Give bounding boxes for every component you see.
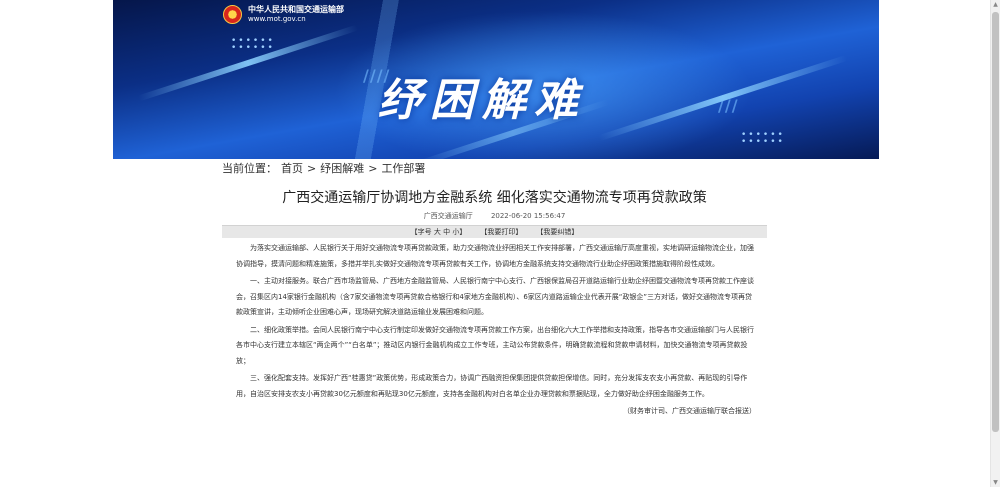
banner-slash-decoration: /// <box>718 96 739 115</box>
site-banner: •••••• •••••• •••••• •••••• //// /// 中华人民共… <box>113 0 879 159</box>
article-title: 广西交通运输厅协调地方金融系统 细化落实交通物流专项再贷款政策 <box>282 190 707 206</box>
article-paragraph: 一、主动对接服务。联合广西市场监管局、广西地方金融监管局、人民银行南宁中心支行、… <box>236 277 754 316</box>
breadcrumb-current-link[interactable]: 工作部署 <box>381 162 425 175</box>
scroll-thumb[interactable] <box>992 12 999 432</box>
article-source: 广西交通运输厅 <box>423 212 473 220</box>
scroll-up-arrow-icon[interactable]: ▲ <box>991 0 1000 9</box>
article-toolbar: 【字号 大 中 小】 【我要打印】 【我要纠错】 <box>222 225 767 238</box>
article-footer-source: （财务审计司、广西交通运输厅联合报送） <box>623 407 756 415</box>
banner-dots-decoration: •••••• •••••• <box>741 130 785 147</box>
vertical-scrollbar[interactable]: ▲ ▼ <box>990 0 1000 487</box>
banner-title: 纾困解难 <box>378 75 586 126</box>
scroll-down-arrow-icon[interactable]: ▼ <box>991 478 1000 487</box>
site-name: 中华人民共和国交通运输部 <box>248 5 344 14</box>
print-button[interactable]: 【我要打印】 <box>480 227 522 237</box>
article-paragraph: 三、强化配套支持。发挥好广西“桂惠贷”政策优势，形成政策合力，协调广西融资担保集… <box>236 374 748 398</box>
report-error-button[interactable]: 【我要纠错】 <box>536 227 578 237</box>
article-body: 为落实交通运输部、人民银行关于用好交通物流专项再贷款政策，助力交通物流业纾困相关… <box>236 241 756 422</box>
article-paragraph: 为落实交通运输部、人民银行关于用好交通物流专项再贷款政策，助力交通物流业纾困相关… <box>236 244 754 268</box>
article-datetime: 2022-06-20 15:56:47 <box>490 212 566 220</box>
breadcrumb-home-link[interactable]: 首页 <box>281 162 303 175</box>
breadcrumb-separator: > <box>307 162 317 175</box>
national-emblem-icon <box>223 5 242 24</box>
article-meta: 广西交通运输厅 2022-06-20 15:56:47 <box>222 211 767 221</box>
font-size-control[interactable]: 【字号 大 中 小】 <box>411 227 467 237</box>
site-url: www.mot.gov.cn <box>248 15 306 23</box>
breadcrumb-separator: > <box>368 162 378 175</box>
breadcrumb-prefix: 当前位置： <box>222 162 277 175</box>
breadcrumb: 当前位置： 首页 > 纾困解难 > 工作部署 <box>222 160 429 176</box>
article-paragraph: 二、细化政策举措。会同人民银行南宁中心支行制定印发做好交通物流专项再贷款工作方案… <box>236 325 754 365</box>
banner-dots-decoration: •••••• •••••• <box>231 36 275 53</box>
site-logo[interactable]: 中华人民共和国交通运输部 www.mot.gov.cn <box>223 5 344 24</box>
breadcrumb-section-link[interactable]: 纾困解难 <box>320 162 364 175</box>
